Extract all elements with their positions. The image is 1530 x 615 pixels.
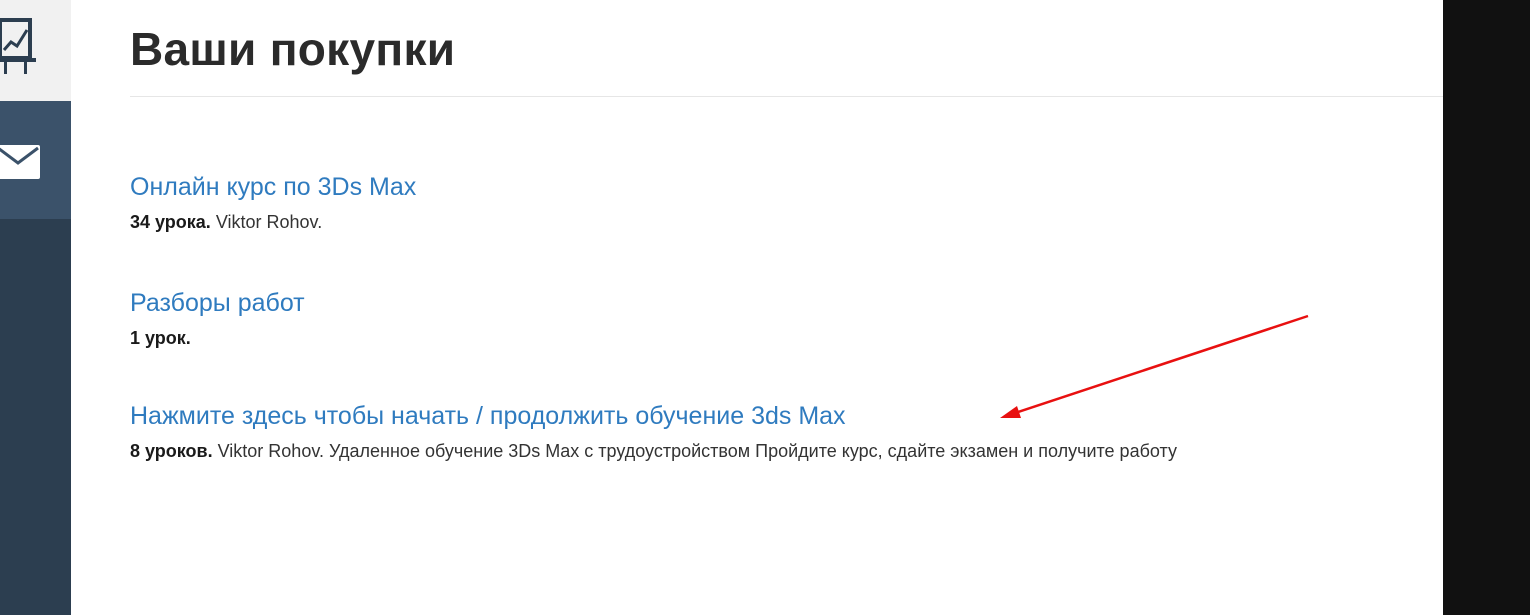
title-divider (130, 96, 1443, 97)
annotation-arrow (1000, 314, 1309, 418)
right-dark-panel (1443, 0, 1530, 615)
lesson-count: 8 уроков. (130, 441, 213, 461)
sidebar-item-statistics[interactable] (0, 0, 71, 101)
chart-board-icon (0, 18, 36, 74)
purchase-details: Viktor Rohov. Удаленное обучение 3Ds Max… (212, 441, 1177, 461)
purchase-link[interactable]: Онлайн курс по 3Ds Max (130, 172, 1290, 202)
lesson-count: 34 урока. (130, 212, 211, 232)
sidebar (0, 0, 71, 615)
purchase-item: Онлайн курс по 3Ds Max 34 урока. Viktor … (130, 172, 1290, 237)
lesson-count: 1 урок. (130, 328, 191, 348)
sidebar-item-messages[interactable] (0, 101, 71, 219)
purchase-meta: 8 уроков. Viktor Rohov. Удаленное обучен… (130, 436, 1290, 466)
purchase-details: Viktor Rohov. (210, 212, 323, 232)
purchase-meta: 34 урока. Viktor Rohov. (130, 207, 1290, 237)
mail-icon (0, 145, 40, 179)
page-title: Ваши покупки (130, 23, 456, 75)
